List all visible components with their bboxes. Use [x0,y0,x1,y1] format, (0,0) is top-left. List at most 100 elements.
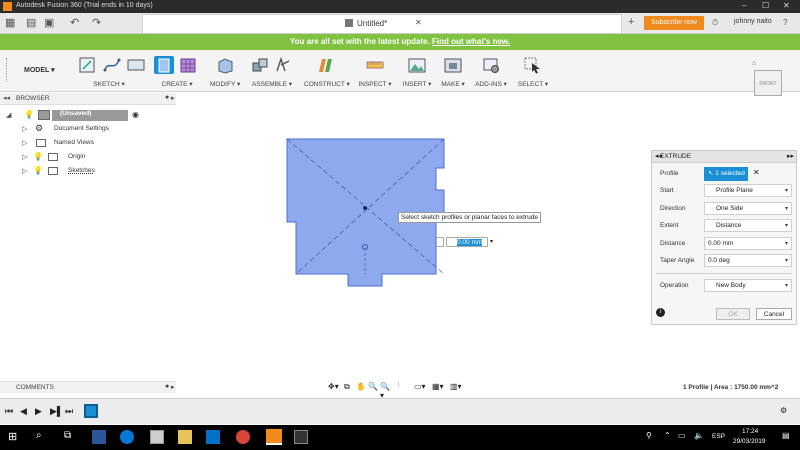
browser-expand-icon[interactable]: ▸ [171,94,175,102]
select-arrow-icon[interactable] [523,56,543,74]
create-menu-label[interactable]: CREATE ▾ [152,80,202,88]
lightbulb-icon[interactable]: 💡 [33,166,43,175]
pan-hand-icon[interactable]: ✋ [356,382,366,391]
start-select[interactable]: Profile Plane ▾ [704,184,792,197]
chrome-icon[interactable] [236,430,250,444]
notifications-icon[interactable]: ⏱ [712,18,718,28]
mail-icon[interactable] [206,430,220,444]
whats-new-link[interactable]: Find out what's new. [432,37,510,46]
fusion-taskbar-icon[interactable] [266,429,282,445]
notifications-center-icon[interactable]: ▤ [782,431,790,440]
new-tab-button[interactable]: + [628,16,634,28]
tray-chevron-icon[interactable]: ⌃ [664,431,671,440]
inspect-menu-label[interactable]: INSPECT ▾ [358,80,392,88]
grid-settings-icon[interactable]: ▦▾ [432,382,444,391]
expand-triangle-icon[interactable]: ▷ [22,167,27,175]
step-back-icon[interactable]: ◀ [20,406,27,417]
timeline-sketch-feature[interactable] [84,404,98,418]
operation-select[interactable]: New Body ▾ [704,279,792,292]
minimize-button[interactable]: – [742,1,746,10]
clock-time[interactable]: 17:24 [742,428,758,435]
display-settings-icon[interactable]: ▭▾ [414,382,426,391]
browser-pin-icon[interactable]: ● [165,94,169,101]
document-tab[interactable]: Untitled* ✕ [142,14,622,33]
assemble-menu-label[interactable]: ASSEMBLE ▾ [248,80,296,88]
expand-triangle-icon[interactable]: ▷ [22,125,27,133]
extrude-icon[interactable] [154,56,174,74]
file-explorer-icon[interactable] [178,430,192,444]
search-icon[interactable]: ⌕ [36,430,42,441]
zoom-icon[interactable]: 🔍 [368,382,378,391]
redo-icon[interactable]: ↷ [92,17,101,29]
go-to-end-icon[interactable]: ⏭ [65,406,73,417]
close-window-button[interactable]: ✕ [783,1,790,10]
workspace-switcher[interactable]: MODEL ▾ [24,66,55,74]
modify-group[interactable]: MODIFY ▾ [210,52,240,90]
lightbulb-off-icon[interactable]: 💡 [33,152,43,161]
help-icon[interactable]: ? [783,18,787,27]
sketch-group[interactable]: SKETCH ▾ [72,52,146,90]
browser-root-label[interactable]: (Unsaved) [52,110,128,121]
expand-triangle-icon[interactable]: ▷ [22,139,27,147]
browser-item-origin[interactable]: ▷ 💡 Origin [22,152,172,166]
press-pull-icon[interactable] [215,56,235,74]
make-group[interactable]: MAKE ▾ [438,52,468,90]
edge-icon[interactable] [120,430,134,444]
construct-group[interactable]: CONSTRUCT ▾ [304,52,350,90]
close-tab-icon[interactable]: ✕ [415,18,422,27]
look-at-icon[interactable]: ⧉ [344,382,350,392]
modify-menu-label[interactable]: MODIFY ▾ [210,80,240,88]
browser-root-item[interactable]: ◢ 💡 (Unsaved) ◉ [4,110,174,124]
comments-pin-icon[interactable]: ● [165,383,169,390]
activate-radio-icon[interactable]: ◉ [132,110,139,119]
form-icon[interactable] [178,56,198,74]
extent-select[interactable]: Distance ▾ [704,219,792,232]
browser-item-sketches[interactable]: ▷ 💡 Sketches [22,166,172,180]
inspect-group[interactable]: INSPECT ▾ [358,52,392,90]
expand-triangle-icon[interactable]: ▷ [22,153,27,161]
home-view-icon[interactable]: ⌂ [752,60,756,67]
offset-plane-icon[interactable] [316,56,336,74]
data-panel-grid-icon[interactable]: ▦ [5,17,15,29]
assemble-group[interactable]: ASSEMBLE ▾ [248,52,296,90]
distance-field[interactable]: 0.00 mm ▾ [704,237,792,250]
windows-start-icon[interactable]: ⊞ [8,430,17,443]
subscribe-button[interactable]: Subscribe now [644,16,704,30]
comments-expand-icon[interactable]: ▸ [171,383,175,391]
orbit-icon[interactable]: ✥▾ [328,382,339,391]
undo-icon[interactable]: ↶ [70,17,79,29]
file-menu-icon[interactable]: ▤ [26,17,36,29]
play-icon[interactable]: ▶ [35,406,42,417]
step-forward-icon[interactable]: ▶▌ [50,406,63,417]
insert-image-icon[interactable] [407,56,427,74]
clear-selection-icon[interactable]: ✕ [753,168,760,177]
panel-expand-icon[interactable]: ▸▸ [787,152,794,160]
insert-group[interactable]: INSERT ▾ [402,52,432,90]
cancel-button[interactable]: Cancel [756,308,792,320]
go-to-start-icon[interactable]: ⏮ [5,406,13,417]
scripts-addins-icon[interactable] [481,56,501,74]
timeline-settings-icon[interactable]: ⚙ [780,406,787,415]
create-sketch-icon[interactable] [78,56,98,74]
info-icon[interactable]: i [656,308,665,317]
spline-icon[interactable] [102,56,122,74]
distance-input-value[interactable]: 0.00 mm [457,239,483,246]
task-view-icon[interactable]: ⧉ [64,430,71,441]
lightbulb-icon[interactable]: 💡 [24,110,34,119]
create-group[interactable]: CREATE ▾ [152,52,202,90]
addins-menu-label[interactable]: ADD-INS ▾ [474,80,508,88]
select-menu-label[interactable]: SELECT ▾ [516,80,550,88]
taper-angle-field[interactable]: 0.0 deg ▾ [704,254,792,267]
construct-menu-label[interactable]: CONSTRUCT ▾ [304,80,350,88]
make-menu-label[interactable]: MAKE ▾ [438,80,468,88]
maximize-button[interactable]: ☐ [762,1,769,10]
stop-sketch-icon[interactable] [126,56,146,74]
network-icon[interactable]: ▭ [678,431,686,440]
addins-group[interactable]: ADD-INS ▾ [474,52,508,90]
browser-item-document-settings[interactable]: ▷ ⚙ Document Settings [22,123,172,138]
view-cube[interactable]: FRONT [754,70,782,96]
word-icon[interactable] [92,430,106,444]
distance-input-field[interactable]: 0.00 mm [446,237,488,247]
distance-input-handle[interactable] [436,237,444,247]
insert-menu-label[interactable]: INSERT ▾ [402,80,432,88]
